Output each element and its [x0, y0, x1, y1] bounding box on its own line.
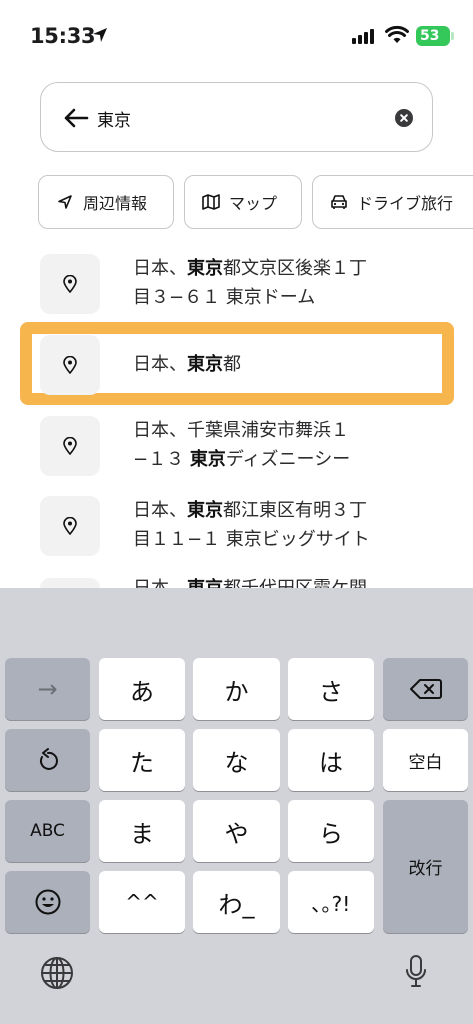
delete-icon	[409, 679, 442, 699]
result-address: 日本、東京都文京区後楽１丁 目３−６１ 東京ドーム	[133, 258, 367, 308]
search-result-item[interactable]: 日本、東京都文京区後楽１丁 目３−６１ 東京ドーム	[0, 250, 473, 320]
key-na-row[interactable]: な	[193, 729, 280, 791]
result-address: 日本、東京都千代田区霞ケ関	[133, 574, 433, 588]
key-ha-row[interactable]: は	[288, 729, 374, 791]
result-address: 日本、東京都江東区有明３丁 目１１−１ 東京ビッグサイト	[133, 500, 370, 550]
location-pin-icon	[40, 254, 100, 314]
result-address: 日本、東京都	[133, 354, 241, 375]
abc-key[interactable]: ABC	[5, 800, 90, 862]
search-result-item[interactable]: 日本、東京都江東区有明３丁 目１１−１ 東京ビッグサイト	[0, 494, 473, 564]
location-pin-icon	[40, 416, 100, 476]
chip-label: ドライブ旅行	[357, 194, 454, 213]
chip-nearby[interactable]: 周辺情報	[38, 175, 174, 229]
return-key[interactable]: 改行	[383, 800, 468, 933]
location-pin-icon	[40, 335, 100, 395]
search-result-item[interactable]: 日本、東京都千代田区霞ケ関	[0, 574, 473, 588]
map-icon	[201, 192, 221, 212]
car-icon	[329, 192, 349, 212]
key-kaomoji[interactable]: ^^	[99, 871, 185, 933]
chip-road-trip[interactable]: ドライブ旅行	[312, 175, 473, 229]
filter-chips: 周辺情報 マップ ドライブ旅行	[0, 0, 473, 240]
location-pin-icon	[40, 496, 100, 556]
key-ka-row[interactable]: か	[193, 658, 280, 720]
undo-key[interactable]	[5, 729, 90, 791]
emoji-icon	[35, 889, 60, 915]
emoji-key[interactable]	[5, 871, 90, 933]
chip-label: 周辺情報	[83, 194, 148, 213]
chip-map[interactable]: マップ	[184, 175, 302, 229]
chip-label: マップ	[229, 194, 278, 213]
key-wa-row[interactable]: わ_	[193, 871, 280, 933]
space-key[interactable]: 空白	[383, 729, 468, 791]
key-ra-row[interactable]: ら	[288, 800, 374, 862]
key-a-row[interactable]: あ	[99, 658, 185, 720]
search-result-item[interactable]: 日本、東京都	[0, 335, 473, 395]
globe-icon[interactable]	[40, 956, 74, 990]
key-next-candidate[interactable]: →	[5, 658, 90, 720]
key-ya-row[interactable]: や	[193, 800, 280, 862]
navigation-arrow-icon	[55, 192, 75, 212]
key-sa-row[interactable]: さ	[288, 658, 374, 720]
key-punctuation[interactable]: ､｡?!	[288, 871, 374, 933]
location-pin-icon	[40, 578, 100, 588]
microphone-icon[interactable]	[405, 954, 427, 990]
result-address: 日本、千葉県浦安市舞浜１ −１３ 東京ディズニーシー	[133, 420, 351, 470]
japanese-keyboard: → あ か さ た な は 空白 ABC ま や ら 改行 ^^ わ_ ､｡?!	[0, 588, 473, 1024]
undo-icon	[39, 748, 58, 770]
search-result-item[interactable]: 日本、千葉県浦安市舞浜１ −１３ 東京ディズニーシー	[0, 412, 473, 482]
key-ta-row[interactable]: た	[99, 729, 185, 791]
delete-key[interactable]	[383, 658, 468, 720]
key-ma-row[interactable]: ま	[99, 800, 185, 862]
